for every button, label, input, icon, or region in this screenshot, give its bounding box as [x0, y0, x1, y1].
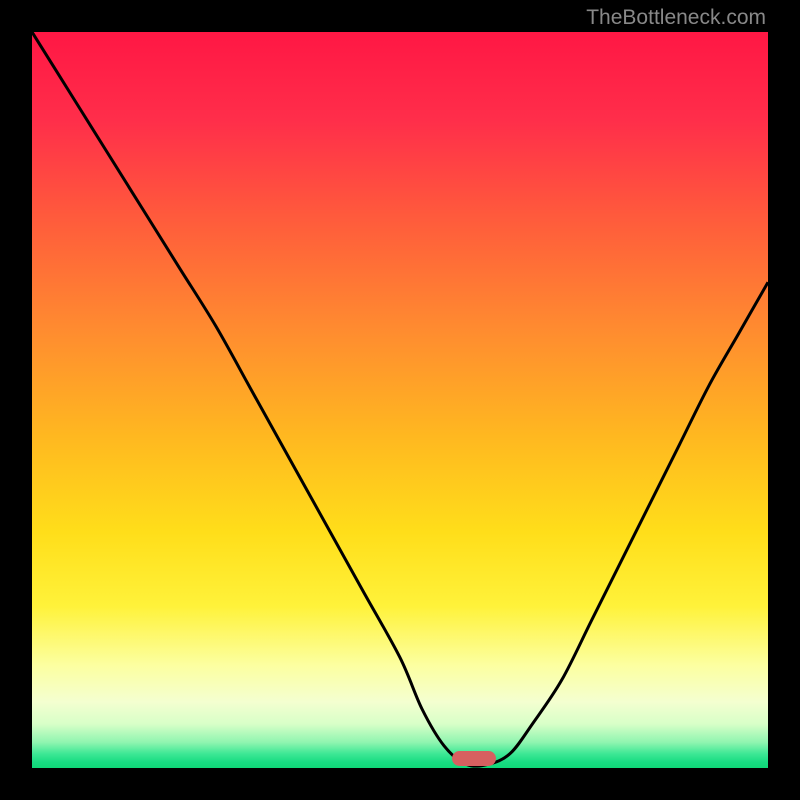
- optimal-marker: [452, 751, 496, 766]
- watermark-text: TheBottleneck.com: [586, 6, 766, 30]
- curve-line: [32, 32, 768, 768]
- plot-area: [32, 32, 768, 768]
- bottleneck-chart: TheBottleneck.com: [0, 0, 800, 800]
